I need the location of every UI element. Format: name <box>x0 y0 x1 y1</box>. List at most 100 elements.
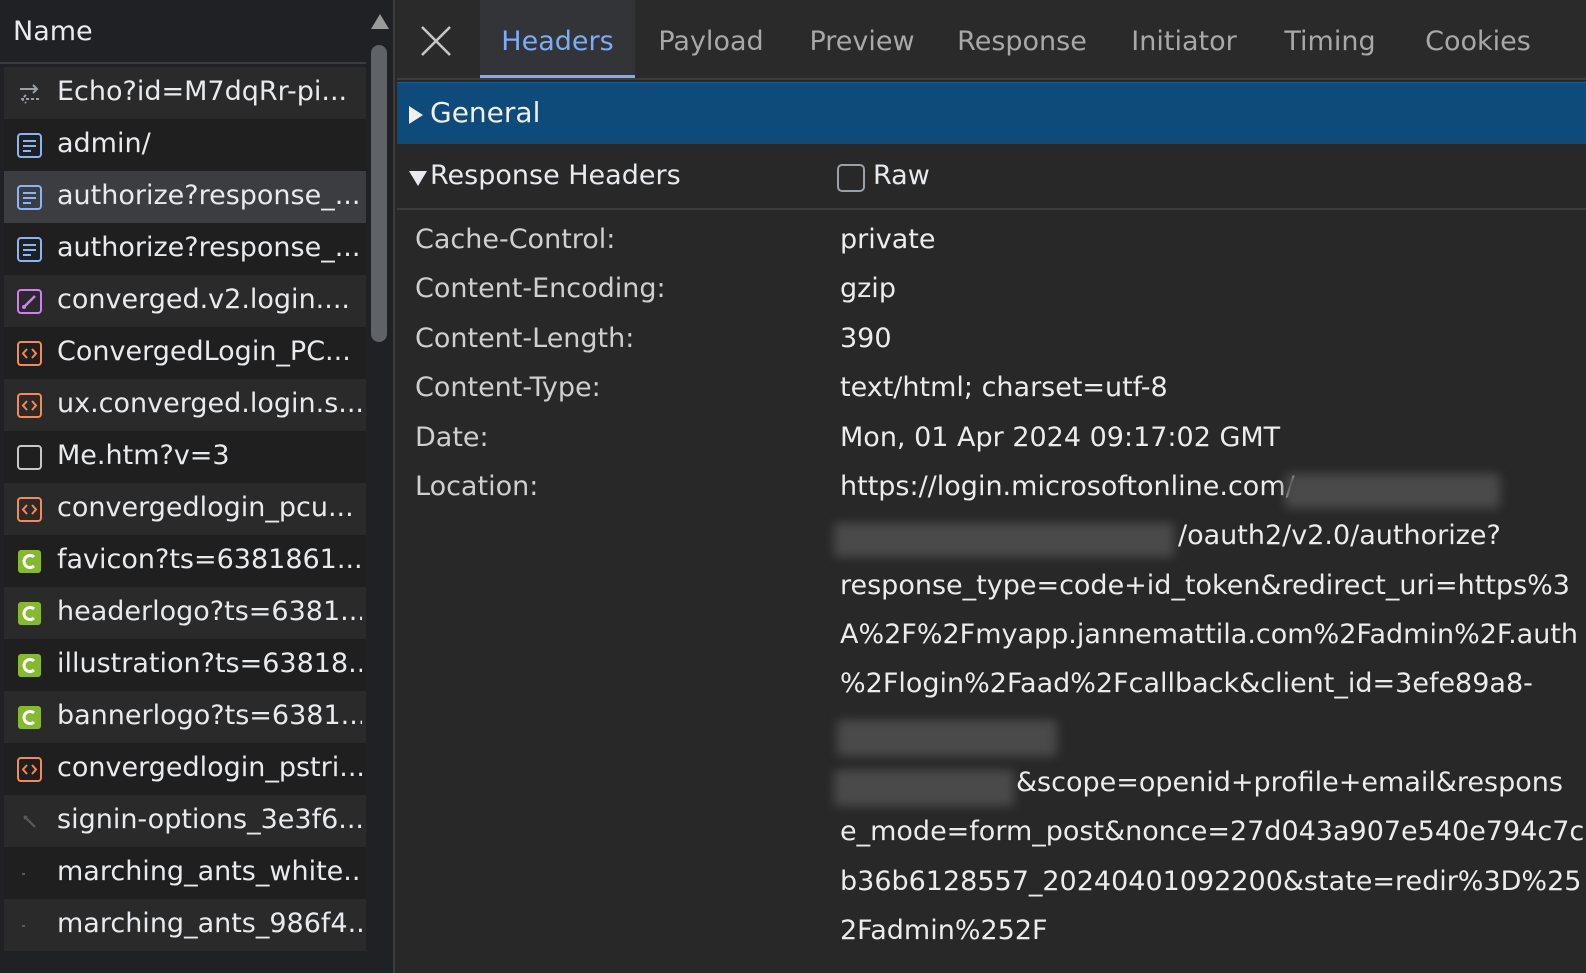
header-value: gzip <box>840 273 896 304</box>
response-headers-label: Response Headers <box>430 160 681 191</box>
fetch-xhr-icon <box>16 80 43 107</box>
header-value: Mon, 01 Apr 2024 09:17:02 GMT <box>840 422 1281 453</box>
request-row[interactable]: Me.htm?v=3 <box>4 431 366 483</box>
request-name: admin/ <box>57 128 151 159</box>
response-headers-section-header[interactable]: Response Headers Raw <box>397 146 1586 210</box>
name-column-header[interactable]: Name <box>0 0 366 64</box>
tab-initiator[interactable]: Initiator <box>1119 0 1249 78</box>
location-value-line: e_mode=form_post&nonce=27d043a907e540e79… <box>840 816 1585 847</box>
request-name: illustration?ts=63818... <box>57 648 362 679</box>
tab-headers[interactable]: Headers <box>480 0 635 78</box>
request-name: ConvergedLogin_PC... <box>57 336 351 367</box>
header-name: Content-Length: <box>415 323 635 354</box>
header-name: Content-Encoding: <box>415 273 666 304</box>
location-value-line: https://login.microsoftonline.com/ <box>840 471 1295 502</box>
request-row[interactable]: ConvergedLogin_PC... <box>4 327 366 379</box>
script-icon <box>16 496 43 523</box>
script-icon <box>16 392 43 419</box>
request-name: convergedlogin_pstri... <box>57 752 362 783</box>
request-row[interactable]: ux.converged.login.s... <box>4 379 366 431</box>
gif-image-icon <box>16 860 43 887</box>
request-details-panel: Headers Payload Preview Response Initiat… <box>397 0 1586 973</box>
document-icon <box>16 132 43 159</box>
location-value-line: %2Flogin%2Faad%2Fcallback&client_id=3efe… <box>840 668 1533 699</box>
request-name: authorize?response_... <box>57 180 361 211</box>
request-row[interactable]: convergedlogin_pstri... <box>4 743 366 795</box>
tab-response[interactable]: Response <box>946 0 1098 78</box>
request-row[interactable]: converged.v2.login.... <box>4 275 366 327</box>
tab-timing[interactable]: Timing <box>1270 0 1390 78</box>
other-icon <box>16 444 43 471</box>
request-name: headerlogo?ts=6381... <box>57 596 362 627</box>
image-icon <box>16 652 43 679</box>
general-section-label: General <box>430 96 541 129</box>
close-icon[interactable] <box>419 24 453 58</box>
location-value-line: 2Fadmin%252F <box>840 915 1048 946</box>
request-name: authorize?response_... <box>57 232 361 263</box>
header-value: private <box>840 224 936 255</box>
request-row[interactable]: Echo?id=M7dqRr-pi... <box>4 67 366 119</box>
scrollbar-thumb[interactable] <box>371 45 387 342</box>
image-icon <box>16 600 43 627</box>
redacted-blur <box>837 720 1057 756</box>
request-name: Me.htm?v=3 <box>57 440 230 471</box>
general-section-header[interactable]: General <box>397 82 1586 144</box>
request-row[interactable]: authorize?response_... <box>4 171 366 223</box>
location-value-line: &scope=openid+profile+email&respons <box>1016 767 1563 798</box>
redacted-blur <box>834 770 1014 806</box>
request-row[interactable]: favicon?ts=6381861... <box>4 535 366 587</box>
expand-arrow-icon <box>409 106 423 124</box>
document-icon <box>16 236 43 263</box>
tab-payload[interactable]: Payload <box>646 0 776 78</box>
image-icon <box>16 548 43 575</box>
raw-checkbox-label[interactable]: Raw <box>873 160 930 191</box>
header-name: Cache-Control: <box>415 224 616 255</box>
request-name: convergedlogin_pcu... <box>57 492 354 523</box>
collapse-arrow-icon <box>409 171 427 186</box>
redacted-blur <box>834 523 1174 557</box>
request-row[interactable]: signin-options_3e3f6... <box>4 795 366 847</box>
details-tab-bar: Headers Payload Preview Response Initiat… <box>397 0 1586 80</box>
scroll-up-arrow-icon[interactable] <box>371 14 389 29</box>
request-name: signin-options_3e3f6... <box>57 804 362 835</box>
request-row[interactable]: admin/ <box>4 119 366 171</box>
stylesheet-icon <box>16 288 43 315</box>
request-row[interactable]: convergedlogin_pcu... <box>4 483 366 535</box>
request-name: converged.v2.login.... <box>57 284 351 315</box>
tab-preview[interactable]: Preview <box>797 0 927 78</box>
location-value-line: A%2F%2Fmyapp.jannemattila.com%2Fadmin%2F… <box>840 619 1579 650</box>
request-name: marching_ants_white... <box>57 856 362 887</box>
redacted-blur <box>1285 474 1500 508</box>
header-value: text/html; charset=utf-8 <box>840 372 1168 403</box>
request-row[interactable]: authorize?response_... <box>4 223 366 275</box>
location-value-line: /oauth2/v2.0/authorize? <box>1178 520 1501 551</box>
header-name: Content-Type: <box>415 372 601 403</box>
header-name: Date: <box>415 422 489 453</box>
request-row[interactable]: bannerlogo?ts=6381... <box>4 691 366 743</box>
request-name: marching_ants_986f4... <box>57 908 362 939</box>
tab-cookies[interactable]: Cookies <box>1408 0 1548 78</box>
request-name: bannerlogo?ts=6381... <box>57 700 362 731</box>
location-value-line: response_type=code+id_token&redirect_uri… <box>840 570 1570 601</box>
request-row[interactable]: headerlogo?ts=6381... <box>4 587 366 639</box>
header-value: 390 <box>840 323 892 354</box>
header-name: Location: <box>415 471 539 502</box>
request-row[interactable]: marching_ants_986f4... <box>4 899 366 951</box>
script-icon <box>16 340 43 367</box>
request-name: Echo?id=M7dqRr-pi... <box>57 76 348 107</box>
request-row[interactable]: marching_ants_white... <box>4 847 366 899</box>
request-row[interactable]: illustration?ts=63818... <box>4 639 366 691</box>
name-column-label: Name <box>13 16 93 47</box>
document-icon <box>16 184 43 211</box>
list-scrollbar[interactable] <box>366 0 393 973</box>
location-value-line: b36b6128557_20240401092200&state=redir%3… <box>840 866 1582 897</box>
svg-image-icon <box>16 808 43 835</box>
gif-image-icon <box>16 912 43 939</box>
script-icon <box>16 756 43 783</box>
request-list-panel: Name Echo?id=M7dqRr-pi... admin/authorize… <box>0 0 395 973</box>
request-list: Echo?id=M7dqRr-pi... admin/authorize?resp… <box>4 67 366 951</box>
image-icon <box>16 704 43 731</box>
request-name: favicon?ts=6381861... <box>57 544 362 575</box>
request-name: ux.converged.login.s... <box>57 388 362 419</box>
raw-checkbox[interactable] <box>837 164 865 192</box>
